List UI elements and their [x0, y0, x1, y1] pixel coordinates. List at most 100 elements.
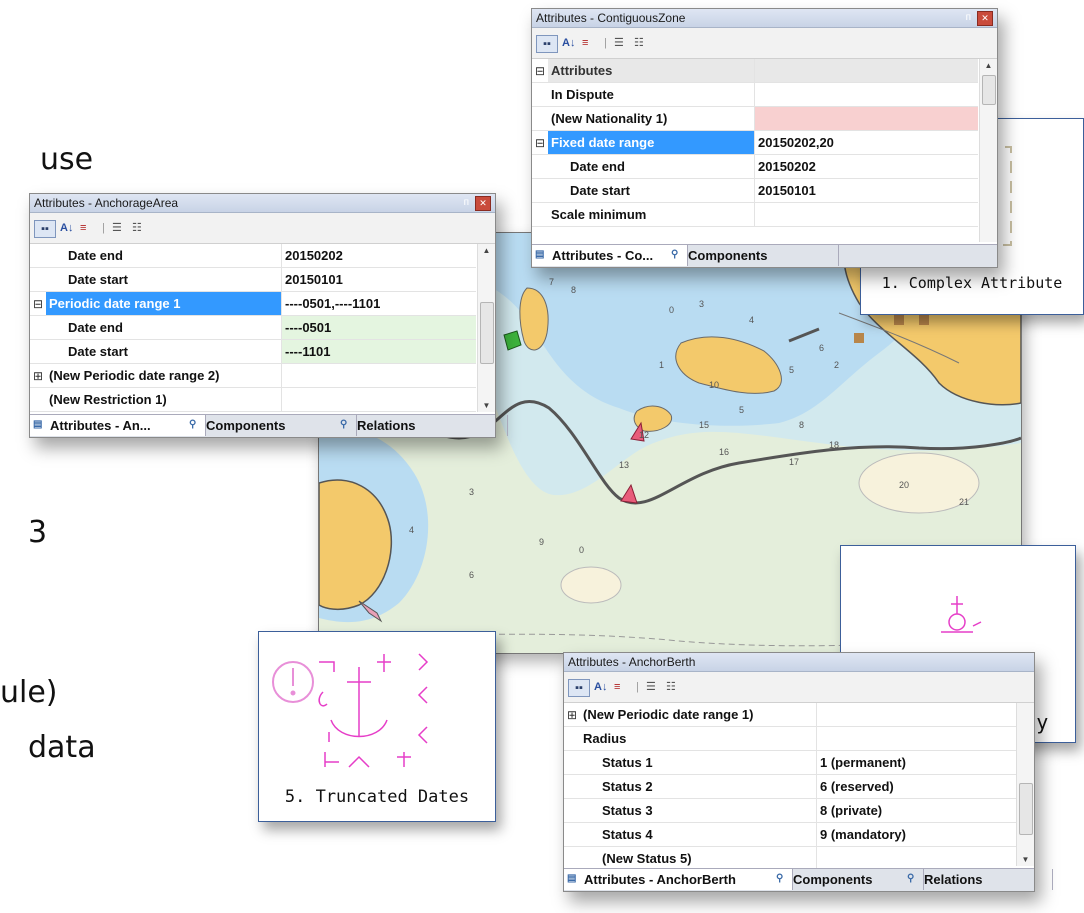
expand-icon[interactable]: ⊞	[30, 363, 46, 388]
expand-all-icon[interactable]: ☰	[646, 679, 656, 695]
grid-row[interactable]: Status 11 (permanent)	[564, 750, 1016, 775]
expand-icon[interactable]: ⊞	[564, 703, 580, 727]
scroll-down-icon[interactable]: ▼	[478, 401, 495, 410]
collapse-all-icon[interactable]: ☷	[634, 35, 644, 51]
grid-row[interactable]: ⊟ Periodic date range 1 ----0501,----1101	[30, 291, 476, 316]
row-value[interactable]: ----0501	[281, 315, 476, 340]
close-icon[interactable]: ✕	[977, 11, 993, 26]
row-value[interactable]	[754, 59, 978, 83]
scrollbar-thumb[interactable]	[982, 75, 996, 105]
grid-row[interactable]: Date end 20150202	[30, 244, 476, 268]
panel-anchorage-area[interactable]: Attributes - AnchorageArea ᴨ ✕ ▪▪ A↓ ≡ |…	[29, 193, 508, 438]
collapse-all-icon[interactable]: ☷	[666, 679, 676, 695]
row-value[interactable]: 20150101	[281, 267, 476, 292]
close-icon[interactable]: ✕	[475, 196, 491, 211]
panel-contiguous-tabs: ▤ Attributes - Co... ⚲ Components	[532, 244, 997, 267]
panel-berth-titlebar[interactable]: Attributes - AnchorBerth	[564, 653, 1034, 672]
callout-complex-caption: 1. Complex Attribute	[881, 274, 1063, 292]
row-value[interactable]: ----0501,----1101	[281, 291, 476, 316]
row-value[interactable]: 20150101	[754, 178, 978, 203]
grid-row[interactable]: Date end 20150202	[532, 154, 978, 179]
row-value[interactable]	[816, 846, 1016, 871]
categorized-view-icon[interactable]: ▪▪	[34, 220, 56, 238]
grid-row[interactable]: (New Status 5)	[564, 846, 1016, 871]
list-view-icon[interactable]: ≡	[80, 220, 86, 236]
row-value[interactable]: 20150202	[754, 154, 978, 179]
panel-contiguous-titlebar[interactable]: Attributes - ContiguousZone ᴨ ✕	[532, 9, 997, 28]
grid-row[interactable]: Scale minimum	[532, 202, 978, 227]
row-value[interactable]	[754, 82, 978, 107]
grid-row[interactable]: ⊞ (New Periodic date range 2)	[30, 363, 476, 388]
categorized-view-icon[interactable]: ▪▪	[568, 679, 590, 697]
row-label: In Dispute	[548, 82, 755, 107]
row-value[interactable]	[754, 106, 978, 131]
collapse-icon[interactable]: ⊟	[30, 291, 46, 316]
list-view-icon[interactable]: ≡	[582, 35, 588, 51]
property-grid-berth: ⊞ (New Periodic date range 1) Radius Stat…	[564, 703, 1016, 871]
grid-row[interactable]: Status 38 (private)	[564, 798, 1016, 823]
grid-row[interactable]: Date start ----1101	[30, 339, 476, 364]
tab-attributes[interactable]: ▤ Attributes - Co...	[532, 245, 688, 266]
scrollbar-thumb[interactable]	[1019, 783, 1033, 835]
row-value[interactable]	[281, 387, 476, 412]
sort-alphabetical-icon[interactable]: A↓	[60, 220, 73, 236]
row-value[interactable]	[281, 363, 476, 388]
expand-all-icon[interactable]: ☰	[112, 220, 122, 236]
sort-alphabetical-icon[interactable]: A↓	[562, 35, 575, 51]
grid-row[interactable]: Status 26 (reserved)	[564, 774, 1016, 799]
panel-anchor-berth[interactable]: Attributes - AnchorBerth ▪▪ A↓ ≡ | ☰ ☷ ⊞…	[563, 652, 1053, 892]
grid-row[interactable]: (New Restriction 1)	[30, 387, 476, 412]
grid-row[interactable]: ⊟ Fixed date range 20150202,20	[532, 130, 978, 155]
row-label: (New Periodic date range 1)	[580, 703, 817, 727]
grid-row[interactable]: ⊟ Attributes	[532, 59, 978, 83]
grid-row[interactable]: Status 49 (mandatory)	[564, 822, 1016, 847]
row-value[interactable]	[754, 202, 978, 227]
row-value[interactable]: 20150202,20	[754, 130, 978, 155]
tab-attributes[interactable]: ▤ Attributes - An...	[30, 415, 206, 436]
tab-relations[interactable]: ⚲ Relations	[337, 415, 508, 436]
depth-sounding: 0	[579, 545, 584, 555]
tab-components[interactable]: ⚲ Components	[186, 415, 357, 436]
categorized-view-icon[interactable]: ▪▪	[536, 35, 558, 53]
tab-attributes[interactable]: ▤ Attributes - AnchorBerth	[564, 869, 793, 890]
grid-row[interactable]: (New Nationality 1)	[532, 106, 978, 131]
grid-row[interactable]: Date end ----0501	[30, 315, 476, 340]
tab-components[interactable]: ⚲ Components	[668, 245, 839, 266]
collapse-icon[interactable]: ⊟	[532, 130, 548, 155]
panel-anchorage-toolbar: ▪▪ A↓ ≡ | ☰ ☷	[30, 213, 495, 244]
pin-icon[interactable]: ᴨ	[464, 194, 469, 212]
expand-all-icon[interactable]: ☰	[614, 35, 624, 51]
vertical-scrollbar[interactable]: ▲	[979, 59, 997, 242]
grid-row[interactable]: Date start 20150101	[532, 178, 978, 203]
scroll-up-icon[interactable]: ▲	[478, 246, 495, 255]
grid-row[interactable]: ⊞ (New Periodic date range 1)	[564, 703, 1016, 727]
vertical-scrollbar[interactable]: ▲ ▼	[477, 244, 495, 412]
scroll-down-icon[interactable]: ▼	[1017, 855, 1034, 864]
grid-row[interactable]: Radius	[564, 726, 1016, 751]
row-value[interactable]	[816, 703, 1016, 727]
panel-contiguous-zone[interactable]: Attributes - ContiguousZone ᴨ ✕ ▪▪ A↓ ≡ …	[531, 8, 998, 268]
scroll-up-icon[interactable]: ▲	[980, 61, 997, 70]
grid-row[interactable]: In Dispute	[532, 82, 978, 107]
collapse-icon[interactable]: ⊟	[532, 59, 548, 83]
row-value[interactable]: 20150202	[281, 244, 476, 268]
list-view-icon[interactable]: ≡	[614, 679, 620, 695]
vertical-scrollbar[interactable]: ▼	[1016, 703, 1034, 866]
scrollbar-thumb[interactable]	[480, 302, 494, 364]
row-label: Scale minimum	[548, 202, 755, 227]
row-value[interactable]: 9 (mandatory)	[816, 822, 1016, 847]
sort-alphabetical-icon[interactable]: A↓	[594, 679, 607, 695]
row-label: Date start	[46, 267, 282, 292]
row-value[interactable]: 8 (private)	[816, 798, 1016, 823]
grid-row[interactable]: Date start 20150101	[30, 267, 476, 292]
row-value[interactable]: 1 (permanent)	[816, 750, 1016, 775]
tab-relations[interactable]: ⚲ Relations	[904, 869, 1053, 890]
panel-anchorage-titlebar[interactable]: Attributes - AnchorageArea ᴨ ✕	[30, 194, 495, 213]
row-value[interactable]	[816, 726, 1016, 751]
collapse-all-icon[interactable]: ☷	[132, 220, 142, 236]
row-value[interactable]: 6 (reserved)	[816, 774, 1016, 799]
pin-icon[interactable]: ᴨ	[966, 9, 971, 27]
building-4	[894, 315, 904, 325]
tab-components[interactable]: ⚲ Components	[773, 869, 924, 890]
row-value[interactable]: ----1101	[281, 339, 476, 364]
